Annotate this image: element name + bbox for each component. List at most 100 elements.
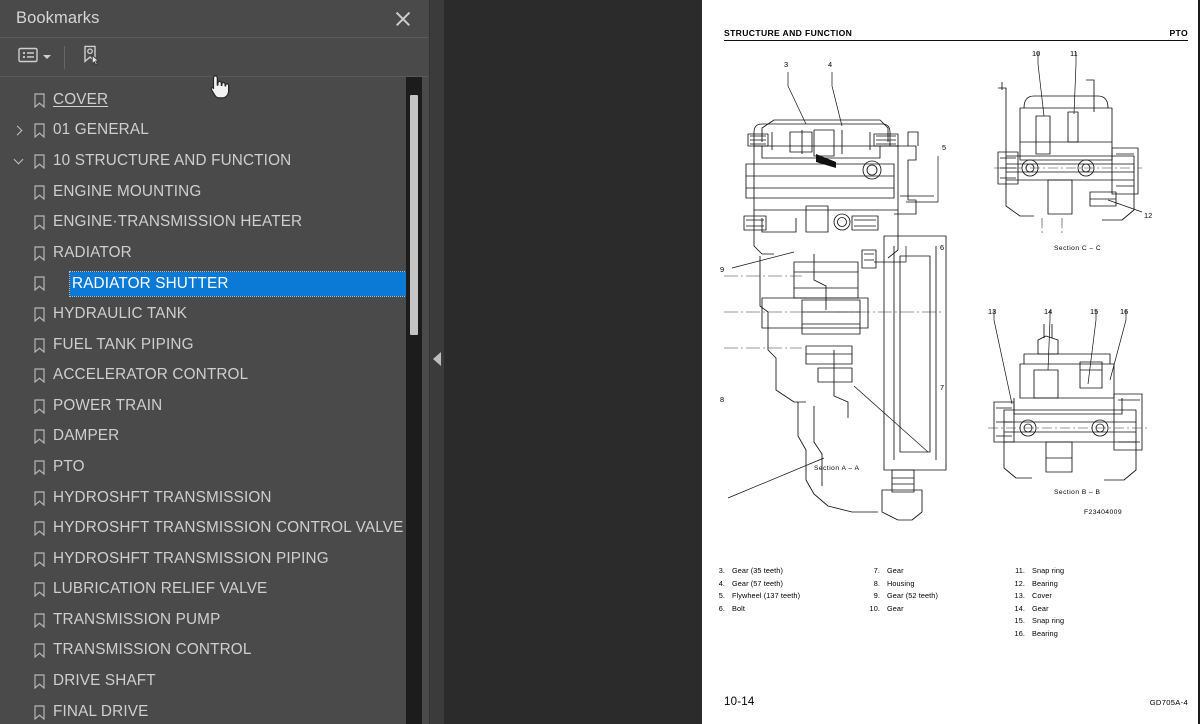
figure-number: F23404009 [1084, 509, 1122, 516]
bookmark-item[interactable]: ENGINE·TRANSMISSION HEATER [0, 207, 429, 238]
legend-text: Gear [1032, 603, 1049, 613]
bookmarks-tree[interactable]: COVER 01 GENERAL 10 STRUCTURE AND FUNCTION… [0, 77, 429, 724]
section-a-label: Section A – A [814, 465, 859, 472]
bookmarks-scrollbar-thumb[interactable] [410, 95, 418, 335]
twisty-spacer [8, 208, 28, 238]
legend-number: 13. [1014, 591, 1025, 601]
legend-item: 3. Gear (35 teeth) [714, 565, 869, 578]
legend-column-1: 3. Gear (35 teeth) 4. Gear (57 teeth) 5. Flyw… [714, 565, 869, 641]
legend-item: 9. Gear (52 teeth) [869, 590, 1014, 603]
twisty-spacer [8, 667, 28, 697]
panel-title: Bookmarks [16, 9, 100, 27]
twisty-spacer [8, 483, 28, 513]
chevron-down-icon[interactable] [8, 146, 28, 176]
bookmark-label: POWER TRAIN [53, 396, 163, 414]
bookmark-icon [28, 154, 50, 169]
bookmark-label: TRANSMISSION CONTROL [53, 641, 252, 659]
legend-text: Snap ring [1032, 566, 1065, 575]
pdf-reader-window: Bookmarks COVER 01 GENERAL 10 STRUCTURE … [0, 0, 1200, 724]
legend-number: 10. [869, 603, 880, 613]
pdf-viewer-area[interactable]: STRUCTURE AND FUNCTION PTO 3 4 5 6 7 8 9… [444, 0, 1200, 724]
bookmark-label: ACCELERATOR CONTROL [53, 366, 249, 384]
callout-15: 15 [1090, 307, 1098, 316]
bookmark-label: DAMPER [53, 427, 120, 445]
technical-figure: 3 4 5 6 7 8 9 Section A – A 10 11 12 Sec… [702, 50, 1200, 540]
bookmark-icon [28, 460, 50, 475]
bookmark-label: COVER [53, 90, 109, 108]
bookmark-item[interactable]: DRIVE SHAFT [0, 666, 429, 697]
bookmark-icon [28, 674, 50, 690]
bookmark-item[interactable]: LUBRICATION RELIEF VALVE [0, 575, 429, 606]
legend-text: Bearing [1032, 578, 1058, 588]
legend-text: Gear [887, 566, 904, 575]
parts-legend: 3. Gear (35 teeth) 4. Gear (57 teeth) 5. Flyw… [702, 565, 1200, 641]
bookmark-item[interactable]: TRANSMISSION PUMP [0, 605, 429, 636]
bookmark-icon [28, 613, 50, 628]
legend-number: 14. [1014, 603, 1025, 613]
bookmarks-scrollbar-track[interactable] [406, 77, 422, 724]
bookmarks-toolbar [0, 38, 429, 77]
bookmark-item[interactable]: TRANSMISSION CONTROL [0, 636, 429, 667]
twisty-spacer [8, 514, 28, 544]
bookmark-item[interactable]: PTO [0, 452, 429, 483]
callout-7: 7 [940, 383, 944, 392]
legend-text: Gear (35 teeth) [732, 566, 783, 575]
bookmark-item[interactable]: 01 GENERAL [0, 116, 429, 147]
legend-text: Gear (57 teeth) [732, 578, 783, 588]
chevron-right-icon[interactable] [8, 116, 28, 146]
chevron-down-icon [43, 55, 51, 59]
bookmark-item[interactable]: HYDROSHFT TRANSMISSION PIPING [0, 544, 429, 575]
callout-9: 9 [720, 265, 724, 274]
bookmark-icon [28, 93, 50, 108]
bookmark-item[interactable]: HYDROSHFT TRANSMISSION [0, 483, 429, 514]
page-number: 10-14 [724, 696, 755, 708]
bookmark-item[interactable]: ENGINE MOUNTING [0, 177, 429, 208]
bookmark-item[interactable]: HYDRAULIC TANK [0, 299, 429, 330]
callout-6: 6 [940, 243, 944, 252]
twisty-spacer [8, 299, 28, 329]
section-c-label: Section C – C [1054, 245, 1101, 252]
bookmark-item[interactable]: COVER [0, 85, 429, 116]
legend-item: 4. Gear (57 teeth) [714, 578, 869, 591]
bookmark-options-button[interactable] [14, 44, 55, 71]
legend-item: 15. Snap ring [1014, 615, 1164, 628]
bookmark-item[interactable]: 10 STRUCTURE AND FUNCTION [0, 146, 429, 177]
bookmark-label: RADIATOR [53, 243, 132, 261]
legend-item: 13. Cover [1014, 590, 1164, 603]
bookmark-label: PTO [53, 457, 85, 475]
bookmark-item[interactable]: FUEL TANK PIPING [0, 330, 429, 361]
bookmark-label: ENGINE MOUNTING [53, 182, 202, 200]
bookmark-icon [28, 705, 50, 720]
bookmark-item[interactable]: RADIATOR SHUTTER [0, 269, 429, 300]
new-bookmark-button[interactable] [76, 41, 106, 74]
bookmark-item[interactable]: RADIATOR [0, 238, 429, 269]
panel-splitter[interactable] [430, 0, 444, 724]
bookmark-label: RADIATOR SHUTTER [69, 270, 407, 298]
section-b-label: Section B – B [1054, 489, 1101, 496]
legend-text: Housing [887, 578, 915, 588]
close-icon[interactable] [391, 7, 415, 31]
callout-4: 4 [828, 60, 832, 69]
bookmark-icon [28, 399, 50, 414]
callout-14: 14 [1044, 307, 1052, 316]
bookmark-icon [28, 490, 50, 506]
bookmark-label: FINAL DRIVE [53, 702, 149, 720]
legend-item: 14. Gear [1014, 603, 1164, 616]
twisty-spacer [8, 605, 28, 635]
bookmark-icon [28, 552, 50, 567]
twisty-spacer [8, 544, 28, 574]
pdf-page: STRUCTURE AND FUNCTION PTO 3 4 5 6 7 8 9… [702, 0, 1200, 724]
legend-item: 8. Housing [869, 578, 1014, 591]
bookmark-item[interactable]: ACCELERATOR CONTROL [0, 360, 429, 391]
legend-text: Gear [887, 603, 904, 613]
callout-3: 3 [784, 60, 788, 69]
legend-number: 5. [718, 591, 725, 601]
bookmark-item[interactable]: HYDROSHFT TRANSMISSION CONTROL VALVE [0, 513, 429, 544]
legend-item: 11. Snap ring [1014, 565, 1164, 578]
collapse-left-icon[interactable] [433, 352, 441, 366]
bookmark-item[interactable]: POWER TRAIN [0, 391, 429, 422]
bookmark-item[interactable]: FINAL DRIVE [0, 697, 429, 724]
bookmarks-tree-rows: COVER 01 GENERAL 10 STRUCTURE AND FUNCTION… [0, 85, 429, 724]
bookmark-item[interactable]: DAMPER [0, 422, 429, 453]
bookmark-label: HYDROSHFT TRANSMISSION CONTROL VALVE [53, 519, 404, 537]
